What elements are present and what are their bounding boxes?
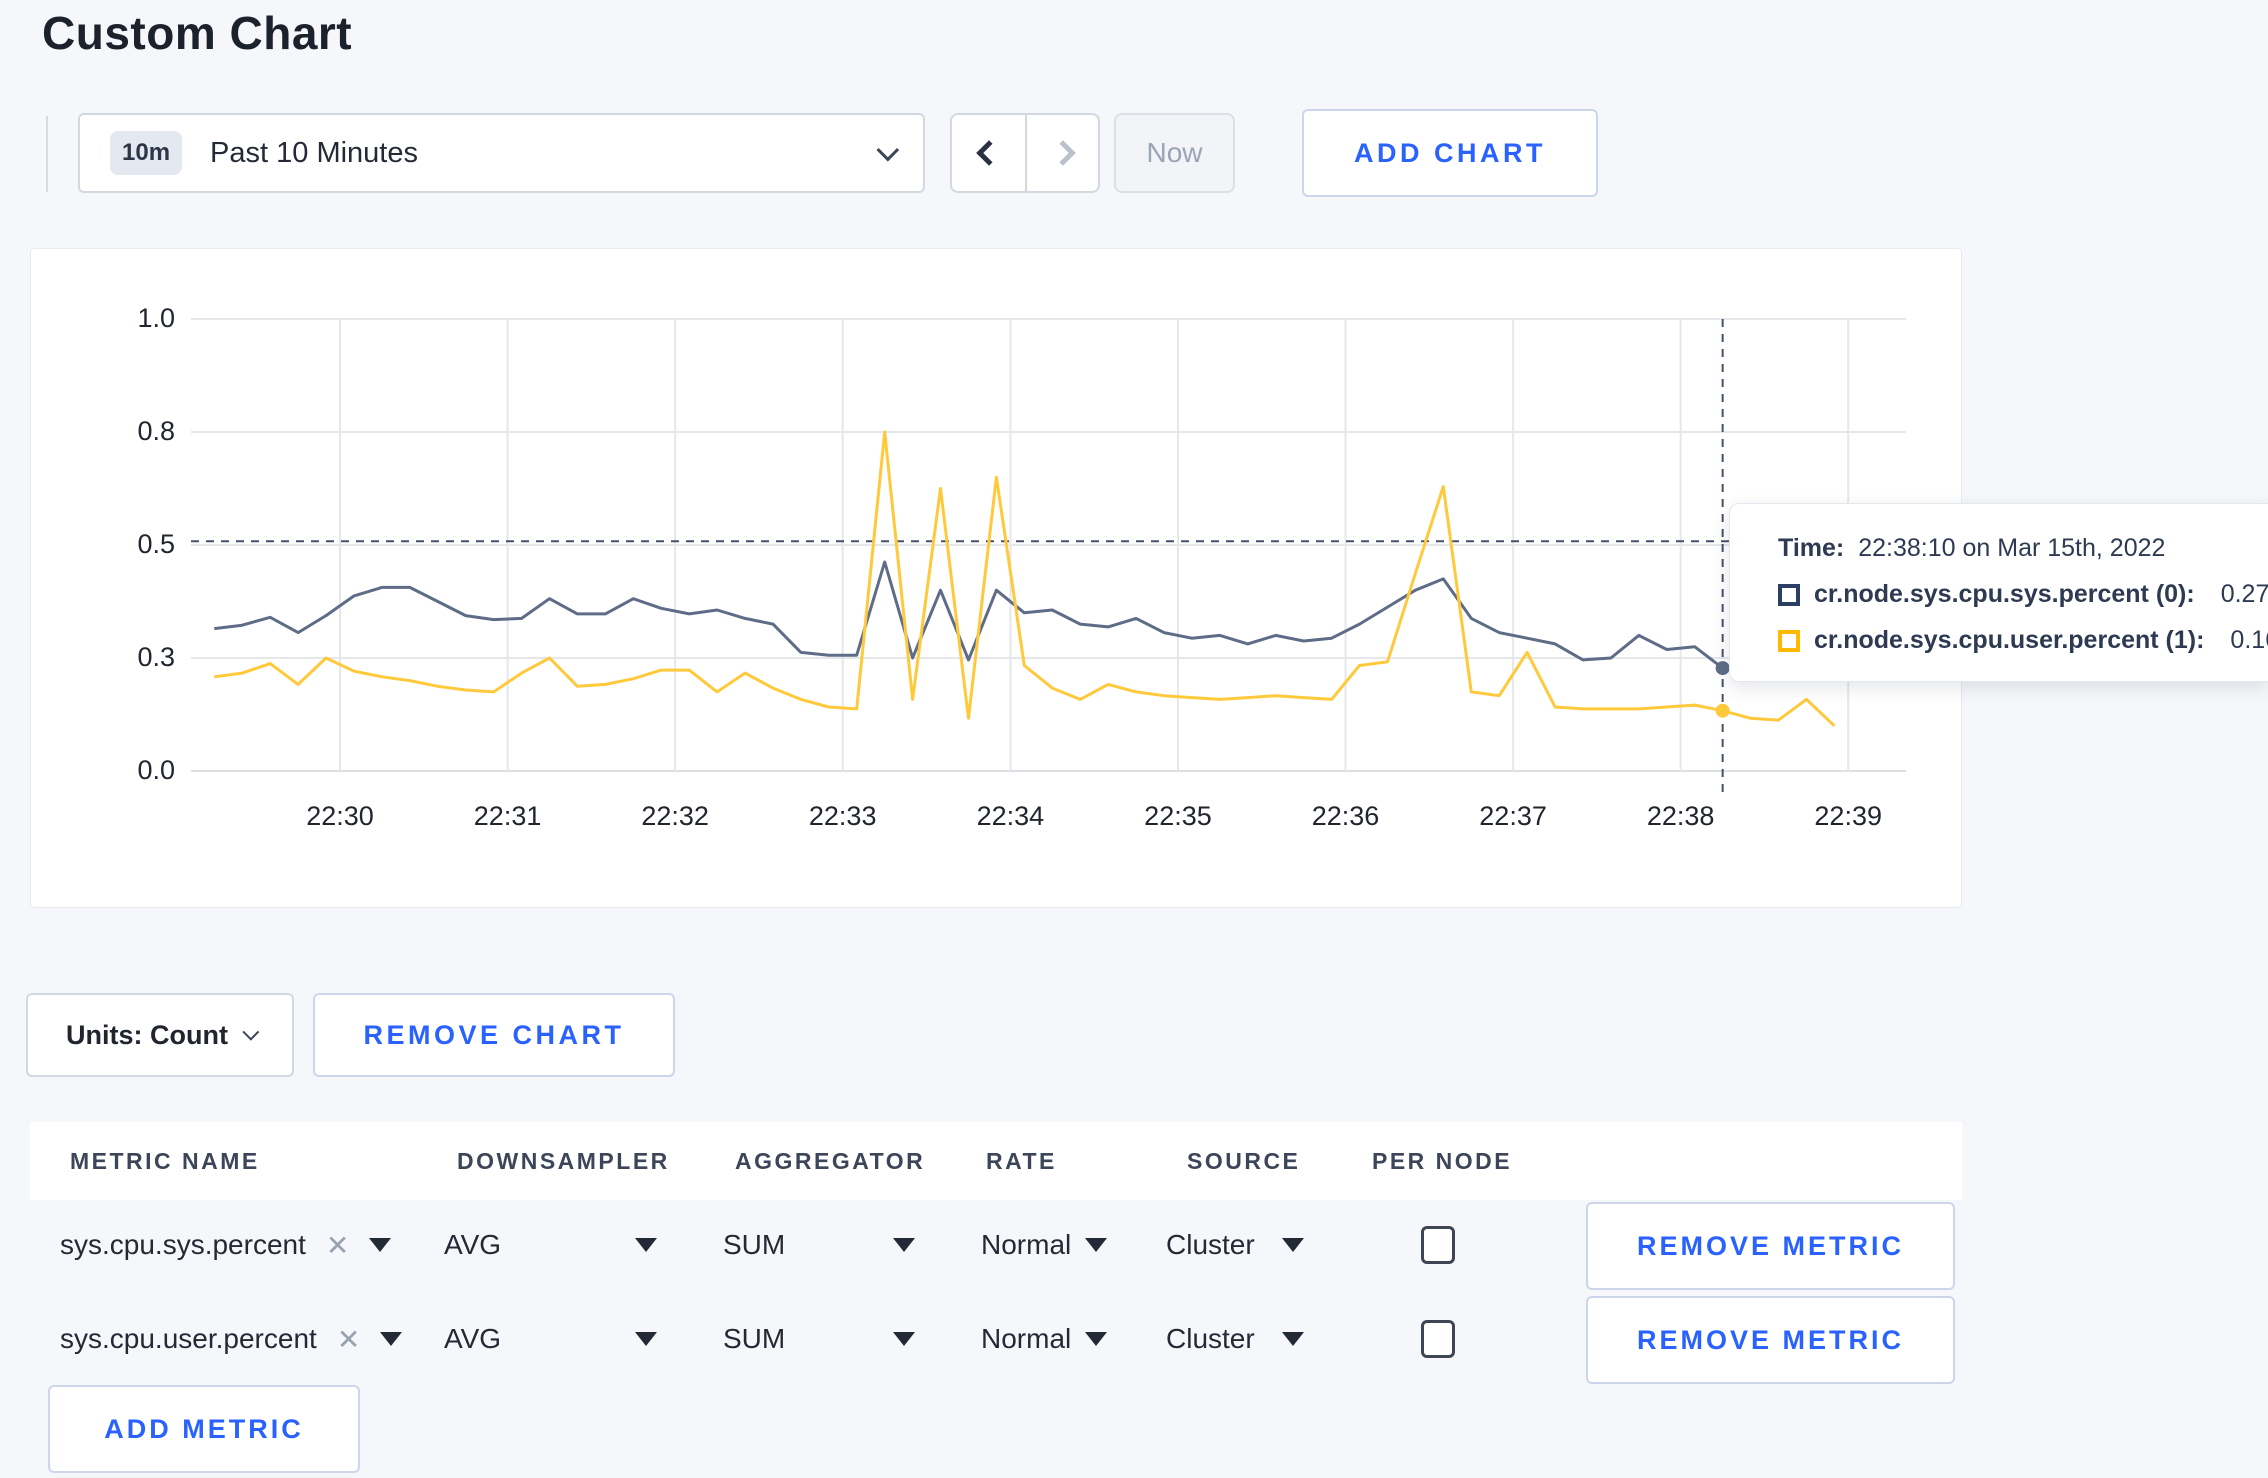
caret-down-icon[interactable] <box>1282 1238 1304 1252</box>
x-tick-label: 22:34 <box>976 801 1045 831</box>
tooltip-time-label: Time: <box>1778 534 1845 562</box>
source-dropdown[interactable]: Cluster <box>1166 1292 1255 1386</box>
page-title: Custom Chart <box>42 7 353 59</box>
x-tick-label: 22:31 <box>473 801 542 831</box>
tooltip-series-row: cr.node.sys.cpu.sys.percent (0): 0.2732 <box>1778 580 2268 609</box>
series-swatch-icon <box>1778 583 1800 606</box>
remove-chart-button[interactable]: REMOVE CHART <box>313 993 675 1077</box>
aggregator-dropdown[interactable]: SUM <box>723 1198 785 1292</box>
tooltip-series-value: 0.2732 <box>2220 580 2268 608</box>
chevron-down-icon <box>242 1023 260 1041</box>
caret-down-icon[interactable] <box>635 1238 657 1252</box>
x-tick-label: 22:30 <box>306 801 374 831</box>
caret-down-icon[interactable] <box>1085 1238 1107 1252</box>
y-tick-label: 0.8 <box>137 416 175 446</box>
caret-down-icon[interactable] <box>893 1238 915 1252</box>
metric-name-value: sys.cpu.sys.percent <box>60 1229 306 1260</box>
metric-row: sys.cpu.user.percent ✕ AVG SUM Normal Cl… <box>30 1292 1962 1386</box>
caret-down-icon <box>380 1332 403 1346</box>
time-nav-group <box>950 113 1100 193</box>
caret-down-icon[interactable] <box>1282 1332 1304 1346</box>
y-tick-label: 0.0 <box>137 755 175 785</box>
caret-down-icon[interactable] <box>1085 1332 1107 1346</box>
series-line-cr.node.sys.cpu.sys.percent <box>214 560 1835 670</box>
x-tick-label: 22:33 <box>808 801 877 831</box>
clear-metric-icon[interactable]: ✕ <box>337 1323 360 1356</box>
y-tick-label: 0.5 <box>137 529 175 559</box>
series-line-cr.node.sys.cpu.user.percent <box>214 430 1836 727</box>
tooltip-series-row: cr.node.sys.cpu.user.percent (1): 0.1601 <box>1778 626 2268 655</box>
col-header-per-node: PER NODE <box>1372 1148 1513 1174</box>
y-axis-labels: 0.0 0.3 0.5 0.8 1.0 <box>31 303 179 785</box>
col-header-aggregator: AGGREGATOR <box>735 1148 926 1174</box>
chevron-left-icon <box>975 140 1002 166</box>
downsampler-dropdown[interactable]: AVG <box>444 1198 501 1292</box>
clear-metric-icon[interactable]: ✕ <box>326 1229 349 1262</box>
metric-row: sys.cpu.sys.percent ✕ AVG SUM Normal Clu… <box>30 1198 1962 1292</box>
x-tick-label: 22:39 <box>1814 801 1882 831</box>
y-tick-label: 1.0 <box>137 303 175 333</box>
tooltip-time-value: 22:38:10 on Mar 15th, 2022 <box>1858 534 2166 562</box>
aggregator-dropdown[interactable]: SUM <box>723 1292 785 1386</box>
now-button[interactable]: Now <box>1114 113 1235 193</box>
tooltip-series-value: 0.1601 <box>2230 626 2268 654</box>
col-header-source: SOURCE <box>1187 1148 1301 1174</box>
chevron-right-icon <box>1049 140 1076 166</box>
y-tick-label: 0.3 <box>137 642 175 672</box>
per-node-checkbox[interactable] <box>1421 1226 1455 1264</box>
rate-dropdown[interactable]: Normal <box>981 1292 1071 1386</box>
tooltip-time-row: Time: 22:38:10 on Mar 15th, 2022 <box>1778 534 2268 563</box>
x-tick-label: 22:37 <box>1479 801 1547 831</box>
x-tick-label: 22:32 <box>641 801 709 831</box>
hover-marker <box>1715 703 1730 718</box>
add-chart-button[interactable]: ADD CHART <box>1302 109 1598 197</box>
metrics-table-header: METRIC NAME DOWNSAMPLER AGGREGATOR RATE … <box>30 1122 1962 1200</box>
source-dropdown[interactable]: Cluster <box>1166 1198 1255 1292</box>
next-range-button[interactable] <box>1025 115 1098 191</box>
prev-range-button[interactable] <box>952 115 1025 191</box>
caret-down-icon[interactable] <box>893 1332 915 1346</box>
time-range-dropdown[interactable]: 10m Past 10 Minutes <box>78 113 925 193</box>
downsampler-dropdown[interactable]: AVG <box>444 1292 501 1386</box>
time-range-badge: 10m <box>110 131 183 175</box>
chevron-down-icon <box>876 138 900 162</box>
tooltip-series-name: cr.node.sys.cpu.user.percent (1): <box>1814 626 2205 654</box>
x-axis-labels: 22:30 22:31 22:32 22:33 22:34 22:35 22:36 22:37… <box>191 801 1906 841</box>
units-dropdown[interactable]: Units: Count <box>26 993 294 1077</box>
units-label: Units: Count <box>66 1019 228 1050</box>
tooltip-series-name: cr.node.sys.cpu.sys.percent (0): <box>1814 580 2195 608</box>
toolbar-divider <box>46 116 48 192</box>
chart-hover-tooltip: Time: 22:38:10 on Mar 15th, 2022 cr.node… <box>1729 503 2268 682</box>
caret-down-icon[interactable] <box>635 1332 657 1346</box>
chart-plot-area[interactable] <box>191 318 1906 795</box>
per-node-checkbox[interactable] <box>1421 1320 1455 1358</box>
caret-down-icon <box>369 1238 392 1252</box>
remove-metric-button[interactable]: REMOVE METRIC <box>1586 1202 1955 1290</box>
hover-marker <box>1715 661 1730 676</box>
metric-name-dropdown[interactable]: sys.cpu.user.percent ✕ <box>60 1292 403 1386</box>
col-header-rate: RATE <box>986 1148 1057 1174</box>
col-header-metric-name: METRIC NAME <box>70 1148 260 1174</box>
x-tick-label: 22:38 <box>1646 801 1715 831</box>
add-metric-button[interactable]: ADD METRIC <box>48 1385 360 1473</box>
rate-dropdown[interactable]: Normal <box>981 1198 1071 1292</box>
x-tick-label: 22:35 <box>1144 801 1212 831</box>
metric-name-dropdown[interactable]: sys.cpu.sys.percent ✕ <box>60 1198 392 1292</box>
time-range-label: Past 10 Minutes <box>210 136 418 169</box>
chart-card: 0.0 0.3 0.5 0.8 1.0 22:30 22:31 22:32 22:33 22:3… <box>30 248 1962 908</box>
series-swatch-icon <box>1778 629 1800 652</box>
x-tick-label: 22:36 <box>1311 801 1380 831</box>
metric-name-value: sys.cpu.user.percent <box>60 1323 317 1354</box>
col-header-downsampler: DOWNSAMPLER <box>457 1148 670 1174</box>
remove-metric-button[interactable]: REMOVE METRIC <box>1586 1296 1955 1384</box>
